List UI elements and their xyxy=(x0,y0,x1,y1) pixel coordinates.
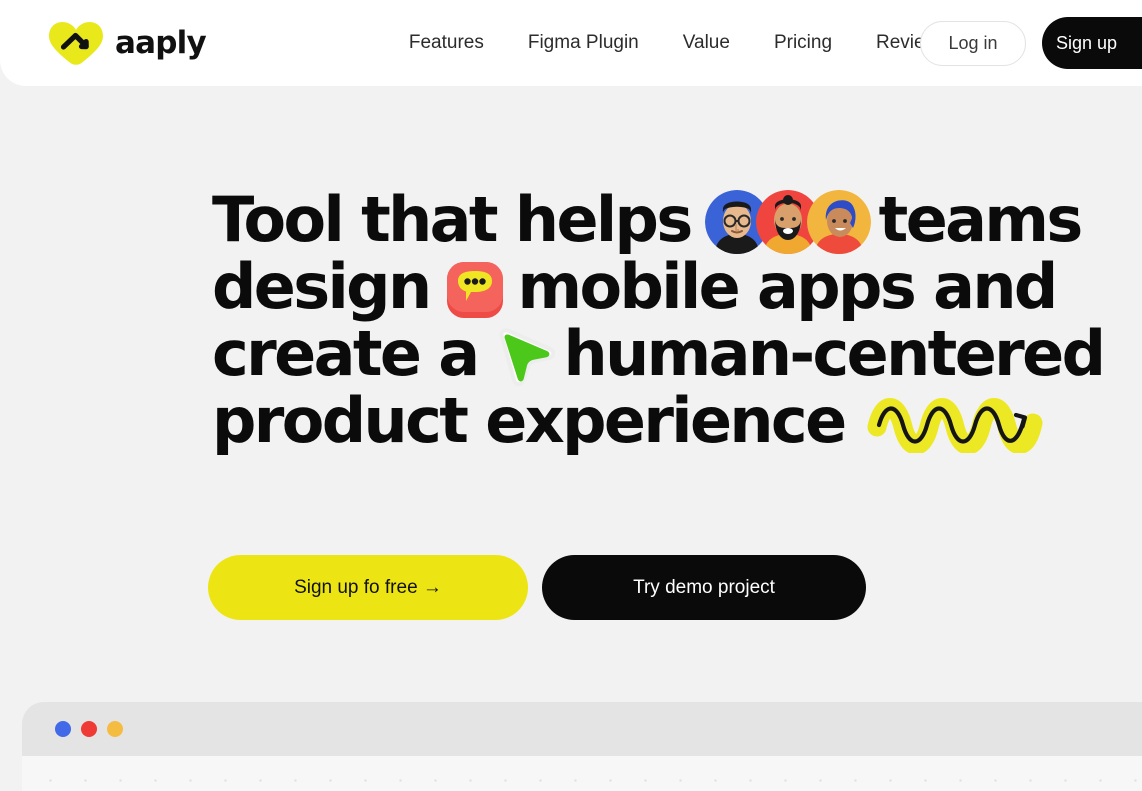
browser-canvas xyxy=(22,756,1142,791)
login-button[interactable]: Log in xyxy=(920,20,1026,66)
headline-line-3: create a human-centered xyxy=(212,320,1142,387)
browser-dot-yellow[interactable] xyxy=(107,721,123,737)
nav-item-pricing[interactable]: Pricing xyxy=(752,26,854,60)
headline-text-2b: mobile apps and xyxy=(517,250,1059,323)
signup-free-button[interactable]: Sign up fo free → xyxy=(208,555,528,620)
browser-chrome-bar xyxy=(22,702,1142,756)
headline-line-4: product experience xyxy=(212,387,1142,454)
browser-dot-red[interactable] xyxy=(81,721,97,737)
team-avatars-icon xyxy=(704,189,871,254)
hero-headline: Tool that helps teams design mobile apps… xyxy=(212,186,1142,454)
site-header: aaply Features Figma Plugin Value Pricin… xyxy=(0,0,1142,86)
yellow-squiggle-icon xyxy=(867,397,1043,453)
headline-text-1b: teams xyxy=(878,183,1084,256)
headline-line-1: Tool that helps teams xyxy=(212,183,1142,256)
main-nav: Features Figma Plugin Value Pricing Revi… xyxy=(387,26,970,60)
brand-name: aaply xyxy=(115,25,207,61)
headline-text-2a: design xyxy=(212,250,432,323)
aaply-logo-icon xyxy=(49,22,103,65)
nav-item-figma-plugin[interactable]: Figma Plugin xyxy=(506,26,661,60)
signup-button-header[interactable]: Sign up xyxy=(1042,17,1142,69)
chat-bubble-icon xyxy=(446,261,503,318)
green-cursor-icon xyxy=(499,327,555,386)
brand-logo[interactable]: aaply xyxy=(48,19,207,67)
nav-item-value[interactable]: Value xyxy=(661,26,752,60)
try-demo-project-button[interactable]: Try demo project xyxy=(542,555,866,620)
headline-text-3a: create a xyxy=(212,317,480,390)
nav-item-features[interactable]: Features xyxy=(387,26,506,60)
avatar-3 xyxy=(806,189,871,254)
headline-line-2: design mobile apps and xyxy=(212,253,1142,320)
header-actions: Log in Sign up xyxy=(920,17,1142,69)
browser-dot-blue[interactable] xyxy=(55,721,71,737)
headline-text-3b: human-centered xyxy=(563,317,1106,390)
headline-text-1a: Tool that helps xyxy=(212,183,693,256)
hero-section: Tool that helps teams design mobile apps… xyxy=(0,86,1142,620)
browser-mockup xyxy=(22,702,1142,791)
headline-text-4a: product experience xyxy=(212,384,847,457)
hero-cta-row: Sign up fo free → Try demo project xyxy=(208,555,1142,620)
